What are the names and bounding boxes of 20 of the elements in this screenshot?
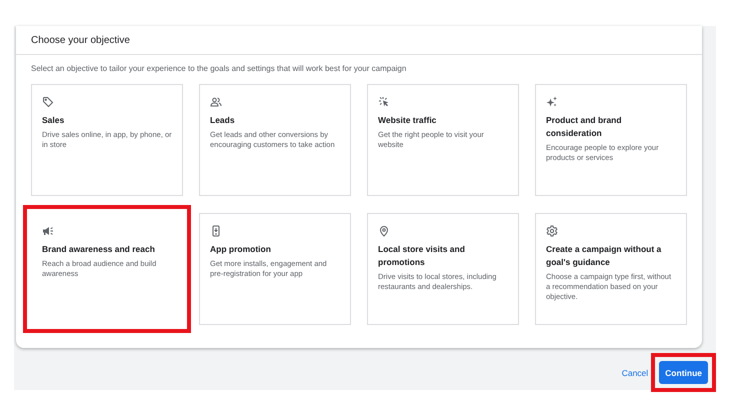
objective-title: Leads bbox=[210, 114, 235, 127]
objective-title: Website traffic bbox=[378, 114, 436, 127]
settings-icon bbox=[546, 225, 558, 237]
cancel-button[interactable]: Cancel bbox=[620, 364, 650, 382]
objective-title: Create a campaign without a goal's guidance bbox=[546, 243, 662, 269]
continue-button[interactable]: Continue bbox=[659, 361, 708, 384]
dialog-subtitle: Select an objective to tailor your experience to the goals and settings that will work best for your campaign bbox=[31, 64, 408, 74]
objective-title: Local store visits and promotions bbox=[378, 243, 466, 269]
location-pin-icon bbox=[378, 225, 390, 237]
phone-download-icon bbox=[210, 225, 222, 237]
objective-title: App promotion bbox=[210, 243, 271, 256]
dialog-title: Choose your objective bbox=[31, 34, 130, 46]
objective-title: Sales bbox=[42, 114, 64, 127]
megaphone-icon bbox=[42, 225, 54, 237]
sparkle-icon bbox=[546, 96, 558, 108]
cursor-click-icon bbox=[378, 96, 390, 108]
objective-title: Product and brand consideration bbox=[546, 114, 623, 140]
tag-icon bbox=[42, 96, 54, 108]
objective-title: Brand awareness and reach bbox=[42, 243, 155, 256]
people-icon bbox=[210, 96, 222, 108]
